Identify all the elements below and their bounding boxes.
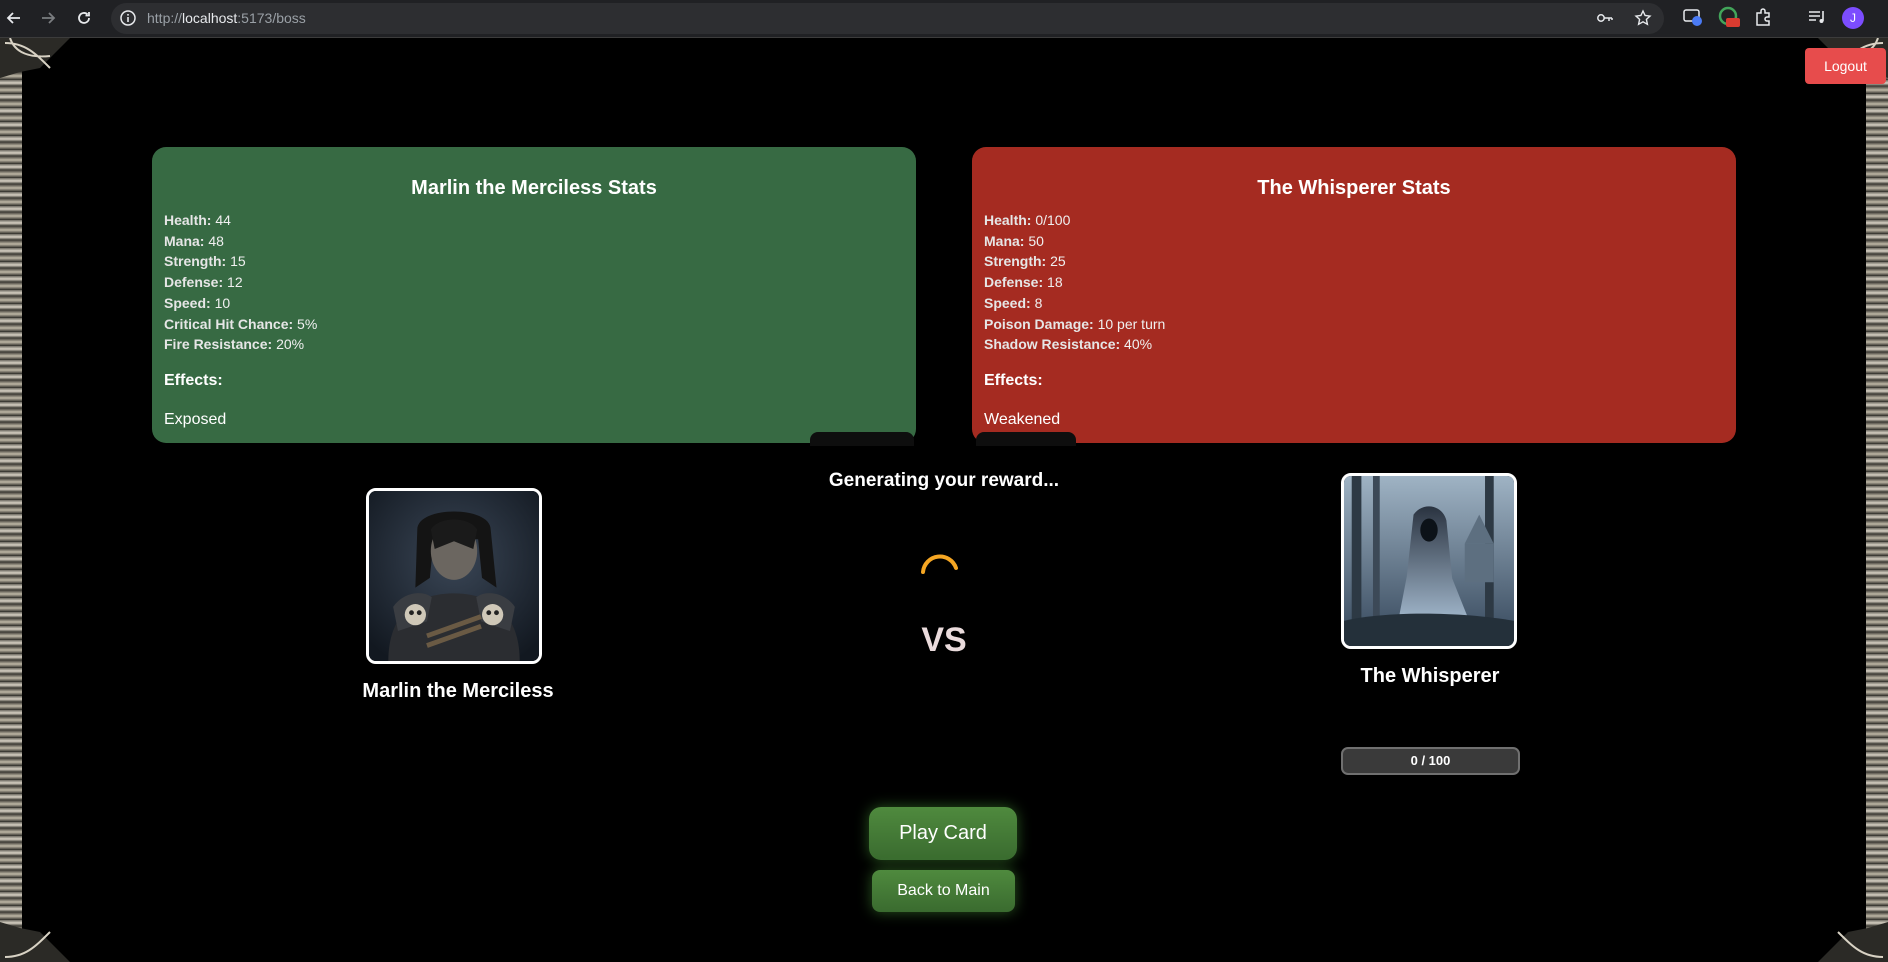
stat-poison-damage: Poison Damage: 10 per turn (984, 315, 1166, 332)
boss-stats-list: Health: 0/100 Mana: 50 Strength: 25 Defe… (984, 210, 1724, 355)
loading-spinner-icon (921, 554, 958, 574)
password-key-icon[interactable] (1596, 9, 1614, 27)
stat-shadow-resistance: Shadow Resistance: 40% (984, 336, 1153, 353)
ornament-corner-icon (1818, 922, 1888, 962)
versus-label: VS (921, 621, 967, 659)
effect-item: Weakened (984, 410, 1061, 428)
ornament-corner-icon (0, 922, 70, 962)
url-text[interactable]: http://localhost:5173/boss (147, 10, 306, 26)
media-controls-icon[interactable] (1806, 6, 1828, 28)
profile-avatar[interactable]: J (1842, 7, 1864, 29)
stat-health: Health: 44 (164, 212, 231, 228)
address-bar[interactable]: http://localhost:5173/boss (111, 3, 1664, 34)
player-stats-title: Marlin the Merciless Stats (411, 177, 657, 199)
reload-icon[interactable] (70, 4, 98, 32)
stat-speed: Speed: 10 (164, 294, 231, 311)
stat-mana: Mana: 50 (984, 232, 1044, 249)
back-to-main-button[interactable]: Back to Main (872, 870, 1015, 912)
extension-screen-icon[interactable] (1682, 6, 1704, 28)
player-portrait (366, 488, 542, 664)
site-info-icon[interactable] (119, 9, 137, 27)
stat-mana: Mana: 48 (164, 232, 224, 249)
player-stats-list: Health: 44 Mana: 48 Strength: 15 Defense… (164, 210, 904, 355)
ornate-border-right (1866, 38, 1888, 962)
boss-name: The Whisperer (1360, 665, 1500, 687)
browser-toolbar: http://localhost:5173/boss J (0, 0, 1888, 38)
stat-defense: Defense: 18 (984, 274, 1063, 291)
boss-stats-panel: The Whisperer Stats Health: 0/100 Mana: … (972, 147, 1736, 443)
back-arrow-icon[interactable] (0, 4, 28, 32)
effects-heading: Effects: (984, 371, 1043, 389)
effects-heading: Effects: (164, 371, 223, 389)
overlay-tab-edge (810, 432, 914, 446)
boss-portrait (1341, 473, 1517, 649)
player-stats-panel: Marlin the Merciless Stats Health: 44 Ma… (152, 147, 916, 443)
player-name: Marlin the Merciless (362, 680, 554, 702)
boss-stats-title: The Whisperer Stats (1257, 177, 1451, 199)
stat-fire-resistance: Fire Resistance: 20% (164, 336, 305, 353)
effect-item: Exposed (164, 410, 227, 428)
overlay-tab-edge (976, 432, 1076, 446)
reward-status-text: Generating your reward... (828, 470, 1060, 491)
ghost-portrait-icon (1344, 476, 1514, 646)
extensions-puzzle-icon[interactable] (1753, 6, 1775, 28)
stat-critical-hit-chance: Critical Hit Chance: 5% (164, 315, 318, 332)
boss-battle-page: Logout Marlin the Merciless Stats Health… (0, 38, 1888, 962)
stat-health: Health: 0/100 (984, 212, 1071, 228)
ornament-corner-icon (0, 38, 70, 78)
stat-speed: Speed: 8 (984, 294, 1043, 311)
stat-strength: Strength: 25 (984, 253, 1066, 270)
forward-arrow-icon[interactable] (34, 4, 62, 32)
logout-button[interactable]: Logout (1805, 48, 1886, 84)
boss-health-bar: 0 / 100 (1341, 747, 1520, 775)
bookmark-star-icon[interactable] (1634, 9, 1652, 27)
stat-strength: Strength: 15 (164, 253, 246, 270)
ornate-border-left (0, 38, 22, 962)
warrior-portrait-icon (369, 491, 539, 661)
stat-defense: Defense: 12 (164, 274, 243, 291)
play-card-button[interactable]: Play Card (869, 807, 1017, 860)
extension-toggle-icon[interactable] (1718, 6, 1740, 28)
